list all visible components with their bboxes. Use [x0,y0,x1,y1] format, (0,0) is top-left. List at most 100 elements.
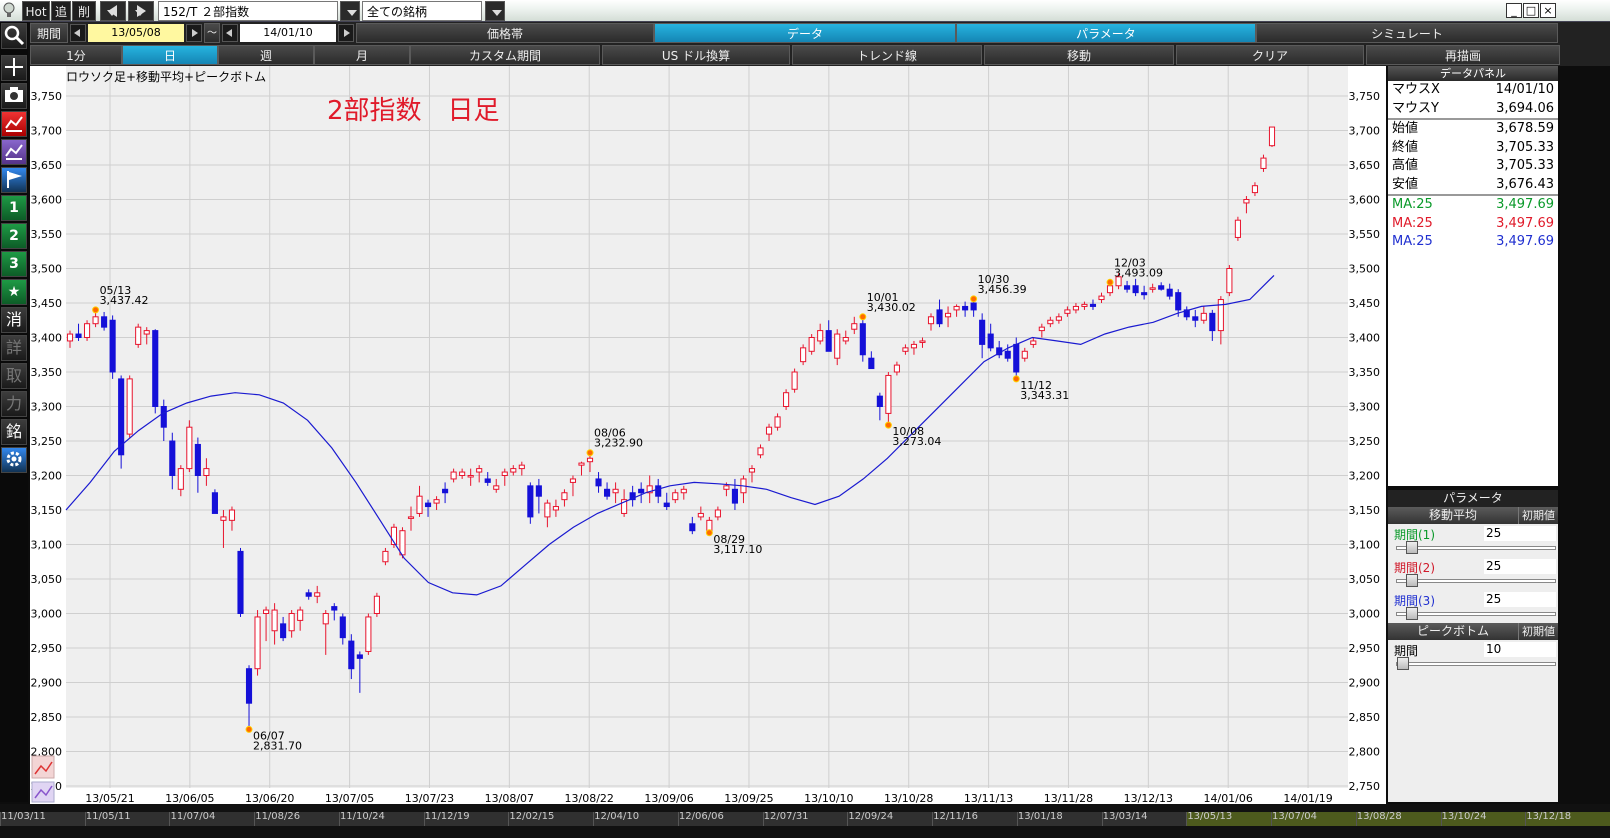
start-next-icon[interactable] [186,24,202,42]
tab-data[interactable]: データ [654,23,956,43]
add-button[interactable]: 追 [51,1,71,21]
candle-body [1013,343,1020,373]
stock-list-field[interactable]: 全ての銘柄 [362,1,482,21]
tab-daily[interactable]: 日 [122,45,218,65]
ma-period2-slider[interactable] [1396,579,1556,583]
pb-period-thumb[interactable] [1397,657,1409,670]
candle-body [152,330,159,408]
candle-body [808,337,815,352]
list-dropdown-icon[interactable] [485,1,505,21]
close-row: 終値 3,705.33 [1388,139,1558,158]
data-panel: データパネル マウスX 14/01/10 マウスY 3,694.06 始値 3,678… [1388,66,1558,486]
high-row: 高値 3,705.33 [1388,157,1558,176]
y-tick-left: 2,950 [31,642,63,655]
ma-period3-slider[interactable] [1396,612,1556,616]
y-tick-right: 3,300 [1349,401,1381,414]
y-tick-left: 3,250 [31,435,63,448]
star-icon[interactable]: ★ [1,279,27,305]
camera-icon[interactable] [1,83,27,109]
candle-body [851,323,858,330]
tab-custom-period[interactable]: カスタム期間 [410,45,600,65]
app-window: Hot 追 削 152/T ２部指数 全ての銘柄 _ □ × 1 2 3 ★ 消… [0,0,1610,838]
peak-bottom-marker [586,449,594,457]
tab-monthly[interactable]: 月 [314,45,410,65]
prev-icon[interactable] [100,1,126,21]
candle-body [757,447,764,456]
ma-period2-value[interactable]: 25 [1484,559,1556,574]
start-date-field[interactable]: 13/05/08 [88,24,184,42]
tab-parameter[interactable]: パラメータ [956,23,1256,43]
tab-1min[interactable]: 1分 [30,45,122,65]
candle-body [1106,285,1114,294]
pb-period-value[interactable]: 10 [1484,642,1556,657]
y-tick-left: 3,550 [31,228,63,241]
maximize-button[interactable]: □ [1523,3,1539,18]
symbol-dropdown-icon[interactable] [340,1,360,21]
tab-clear[interactable]: クリア [1176,45,1364,65]
tab-weekly[interactable]: 週 [218,45,314,65]
ma-period1-value[interactable]: 25 [1484,526,1556,541]
candle-body [297,609,304,621]
search-icon[interactable] [1,23,27,49]
candle-body [783,392,790,408]
flag-icon[interactable] [1,167,27,193]
minimize-button[interactable]: _ [1506,3,1522,18]
next-icon[interactable] [128,1,154,21]
chart-area[interactable]: 3,750 3,750 3,700 3,700 3,650 3,650 3,600 3,600… [30,66,1386,804]
open-row: 始値 3,678.59 [1388,120,1558,139]
candle-body [407,516,415,519]
erase-button[interactable]: 消 [1,307,27,333]
overview-date-label: 11/07/04 [169,812,254,826]
candle-body [228,509,236,521]
pb-period-slider[interactable] [1396,662,1556,666]
delete-button[interactable]: 削 [72,1,96,21]
ma-reset-button[interactable]: 初期値 [1518,507,1558,524]
chart-title: 2部指数 日足 [327,96,500,126]
tab-price-band[interactable]: 価格帯 [356,23,654,43]
start-prev-icon[interactable] [70,24,86,42]
tab-usd[interactable]: US ドル換算 [602,45,790,65]
end-date-field[interactable]: 14/01/10 [240,24,336,42]
tab-trendline[interactable]: トレンド線 [792,45,982,65]
end-prev-icon[interactable] [222,24,238,42]
overview-date-label: 12/02/15 [508,812,593,826]
ma-period2-thumb[interactable] [1406,574,1418,587]
overview-date-label: 11/05/11 [84,812,170,826]
ma-period3-thumb[interactable] [1406,607,1418,620]
crosshair-icon[interactable] [1,55,27,81]
chart-purple-icon[interactable] [1,139,27,165]
trade-button[interactable]: 取 [1,363,27,389]
x-tick-label: 13/09/25 [724,792,773,804]
pb-reset-button[interactable]: 初期値 [1518,623,1558,640]
chart-red-icon[interactable] [1,111,27,137]
preset-2-button[interactable]: 2 [1,223,27,249]
preset-1-button[interactable]: 1 [1,195,27,221]
y-tick-left: 3,750 [31,90,63,103]
close-button[interactable]: × [1540,3,1556,18]
detail-button[interactable]: 詳 [1,335,27,361]
annotation-value: 3,493.09 [1114,266,1163,279]
hot-button[interactable]: Hot [22,1,50,21]
annotation-value: 3,430.02 [867,301,916,314]
ma-period1-slider[interactable] [1396,546,1556,550]
candle-body [186,426,193,470]
tab-redraw[interactable]: 再描画 [1366,45,1560,65]
y-tick-right: 3,500 [1349,263,1381,276]
low-label: 安値 [1392,176,1419,192]
x-tick-label: 13/11/28 [1044,792,1093,804]
candlestick-chart[interactable]: 3,750 3,750 3,700 3,700 3,650 3,650 3,600 3,600… [30,66,1386,804]
end-next-icon[interactable] [338,24,354,42]
y-tick-right: 2,750 [1349,780,1381,793]
preset-3-button[interactable]: 3 [1,251,27,277]
ma-period3-value[interactable]: 25 [1484,592,1556,607]
ma-period1-thumb[interactable] [1406,541,1418,554]
stock-button[interactable]: 銘 [1,419,27,445]
overview-scroller[interactable]: 11/03/11 11/05/11 11/07/04 11/08/26 11/10/24… [0,812,1610,826]
gear-icon[interactable] [1,447,27,473]
symbol-field[interactable]: 152/T ２部指数 [158,1,338,21]
tab-simulate[interactable]: シミュレート [1256,23,1558,43]
power-button[interactable]: 力 [1,391,27,417]
tab-move[interactable]: 移動 [984,45,1174,65]
candle-body [868,357,875,370]
bulb-icon[interactable] [2,1,18,21]
